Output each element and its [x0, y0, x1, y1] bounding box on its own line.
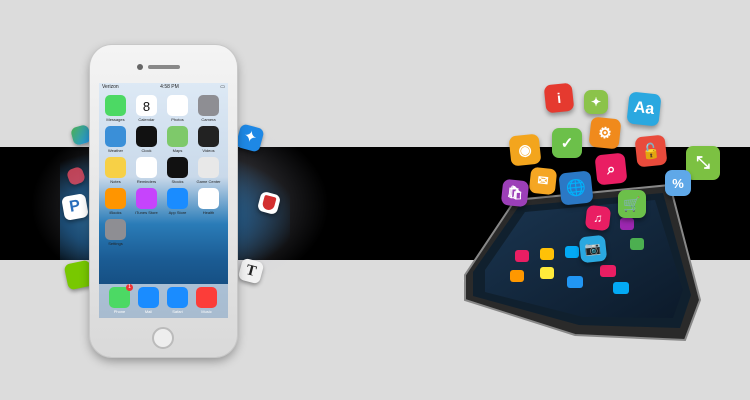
app-label: Maps [172, 148, 183, 153]
cart-icon: 🛒 [618, 190, 646, 218]
search-icon: ⌕ [594, 152, 628, 186]
app-stocks[interactable]: Stocks [167, 157, 188, 184]
dock: Phone 1 Mail Safari Music [99, 284, 228, 318]
home-button[interactable] [152, 327, 174, 349]
dock-label: Mail [144, 309, 153, 314]
bag-icon: 🛍 [500, 178, 530, 208]
earpiece [148, 65, 180, 69]
dock-music[interactable]: Music [196, 287, 217, 314]
dock-safari[interactable]: Safari [167, 287, 188, 314]
gear-icon-glyph: ⚙ [597, 124, 613, 143]
compress-icon: ⤡ [686, 146, 720, 180]
gear-icon: ⚙ [588, 116, 622, 150]
search-icon-glyph: ⌕ [605, 160, 617, 178]
rss-icon: ◉ [508, 133, 542, 167]
dock-mail[interactable]: Mail [138, 287, 159, 314]
app-label: Reminders [136, 179, 157, 184]
globe-icon-glyph: 🌐 [565, 179, 587, 198]
sparkle-icon: ✦ [584, 90, 608, 114]
rss-icon-glyph: ◉ [517, 141, 533, 160]
music-icon: ♫ [584, 204, 612, 232]
compress-icon-glyph: ⤡ [696, 153, 710, 172]
music-icon-glyph: ♫ [592, 210, 604, 226]
notification-badge: 1 [126, 284, 133, 291]
front-camera [137, 64, 143, 70]
app-photos[interactable]: Photos [167, 95, 188, 122]
app-app-store[interactable]: App Store [167, 188, 188, 215]
clock-label: 4:58 PM [160, 84, 179, 90]
app-label: Settings [108, 241, 123, 246]
app-itunes-store[interactable]: iTunes Store [135, 188, 158, 215]
app-game-center[interactable]: Game Center [196, 157, 221, 184]
app-calendar[interactable]: Calendar 8 [136, 95, 157, 122]
camera-icon: 📷 [578, 234, 608, 264]
app-maps[interactable]: Maps [167, 126, 188, 153]
percent-icon: % [665, 170, 691, 196]
cart-icon-glyph: 🛒 [623, 195, 641, 212]
dock-label: Music [201, 309, 212, 314]
app-label: Clock [141, 148, 152, 153]
camera-icon-glyph: 📷 [584, 240, 602, 257]
app-settings[interactable]: Settings [105, 219, 126, 246]
info-icon: i [543, 82, 575, 114]
app-label: Weather [107, 148, 124, 153]
promo-banner: P ✦ T Verizon 4:58 PM ▭ Messages Calendar… [0, 0, 750, 400]
battery-icon: ▭ [220, 84, 225, 90]
app-label: Videos [202, 148, 215, 153]
mail-icon-glyph: ✉ [536, 172, 550, 189]
app-label: Messages [106, 117, 125, 122]
app-notes[interactable]: Notes [105, 157, 126, 184]
bag-icon-glyph: 🛍 [506, 184, 525, 201]
status-bar: Verizon 4:58 PM ▭ [99, 83, 228, 93]
dock-label: Phone [113, 309, 126, 314]
check-icon: ✓ [552, 128, 582, 158]
info-icon-glyph: i [556, 89, 562, 107]
app-videos[interactable]: Videos [198, 126, 219, 153]
app-label: iBooks [109, 210, 122, 215]
sparkle-icon-glyph: ✦ [590, 95, 602, 109]
percent-icon-glyph: % [672, 175, 684, 191]
app-label: Photos [171, 117, 184, 122]
app-label: Notes [110, 179, 121, 184]
mail-icon: ✉ [528, 166, 558, 196]
app-reminders[interactable]: Reminders [136, 157, 157, 184]
dock-label: Safari [172, 309, 183, 314]
app-health[interactable]: Health [198, 188, 219, 215]
app-messages[interactable]: Messages [105, 95, 126, 122]
check-icon-glyph: ✓ [560, 135, 574, 152]
app-label: Health [202, 210, 215, 215]
app-camera[interactable]: Camera [198, 95, 219, 122]
app-label: iTunes Store [135, 210, 158, 215]
app-ibooks[interactable]: iBooks [105, 188, 126, 215]
app-label: Camera [201, 117, 216, 122]
pandora-icon: P [61, 193, 89, 221]
app-label: Calendar [138, 117, 155, 122]
font-icon-glyph: Aa [632, 98, 656, 119]
app-clock[interactable]: Clock [136, 126, 157, 153]
lock-icon: 🔓 [634, 134, 668, 168]
iphone-device: Verizon 4:58 PM ▭ Messages Calendar 8 Photo… [90, 45, 237, 357]
font-icon: Aa [626, 91, 662, 127]
app-label: App Store [168, 210, 187, 215]
dock-phone[interactable]: Phone 1 [109, 284, 133, 314]
lock-icon-glyph: 🔓 [640, 142, 662, 161]
app-weather[interactable]: Weather [105, 126, 126, 153]
home-screen: Verizon 4:58 PM ▭ Messages Calendar 8 Photo… [99, 83, 228, 318]
app-label: Stocks [171, 179, 184, 184]
carrier-label: Verizon [102, 84, 119, 90]
app-label: Game Center [196, 179, 221, 184]
globe-icon: 🌐 [558, 170, 594, 206]
calendar-day: 8 [142, 99, 151, 114]
